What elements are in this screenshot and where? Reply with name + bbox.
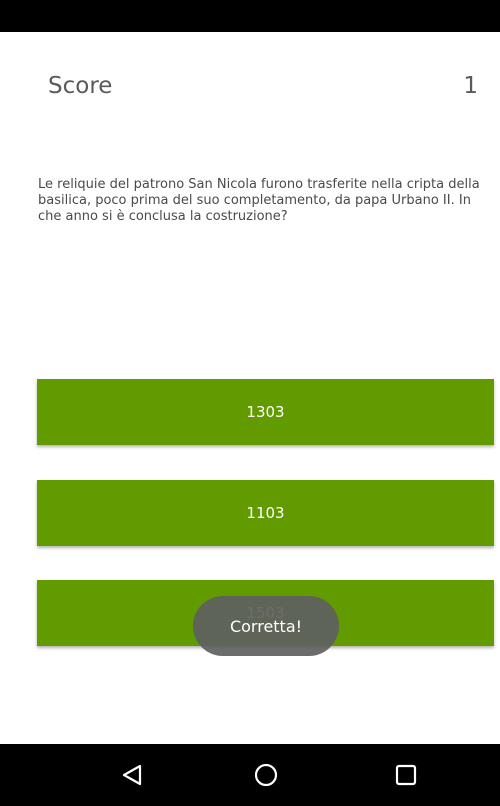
score-label: Score <box>48 73 113 99</box>
back-icon <box>122 764 142 786</box>
question-text: Le reliquie del patrono San Nicola furon… <box>38 177 480 224</box>
toast-message: Corretta! <box>193 596 339 656</box>
answer-button-2[interactable]: 1103 <box>37 480 494 546</box>
recents-icon <box>395 764 417 786</box>
navigation-bar <box>0 744 500 806</box>
score-value: 1 <box>463 73 478 99</box>
back-button[interactable] <box>117 760 147 790</box>
answer-button-1[interactable]: 1303 <box>37 379 494 445</box>
home-button[interactable] <box>251 760 281 790</box>
status-bar <box>0 0 500 32</box>
answer-label: 1303 <box>246 403 285 421</box>
home-icon <box>254 763 278 787</box>
quiz-screen: Score 1 Le reliquie del patrono San Nico… <box>0 0 500 806</box>
toast-text: Corretta! <box>229 616 303 636</box>
recents-button[interactable] <box>391 760 421 790</box>
answer-label: 1103 <box>246 504 285 522</box>
